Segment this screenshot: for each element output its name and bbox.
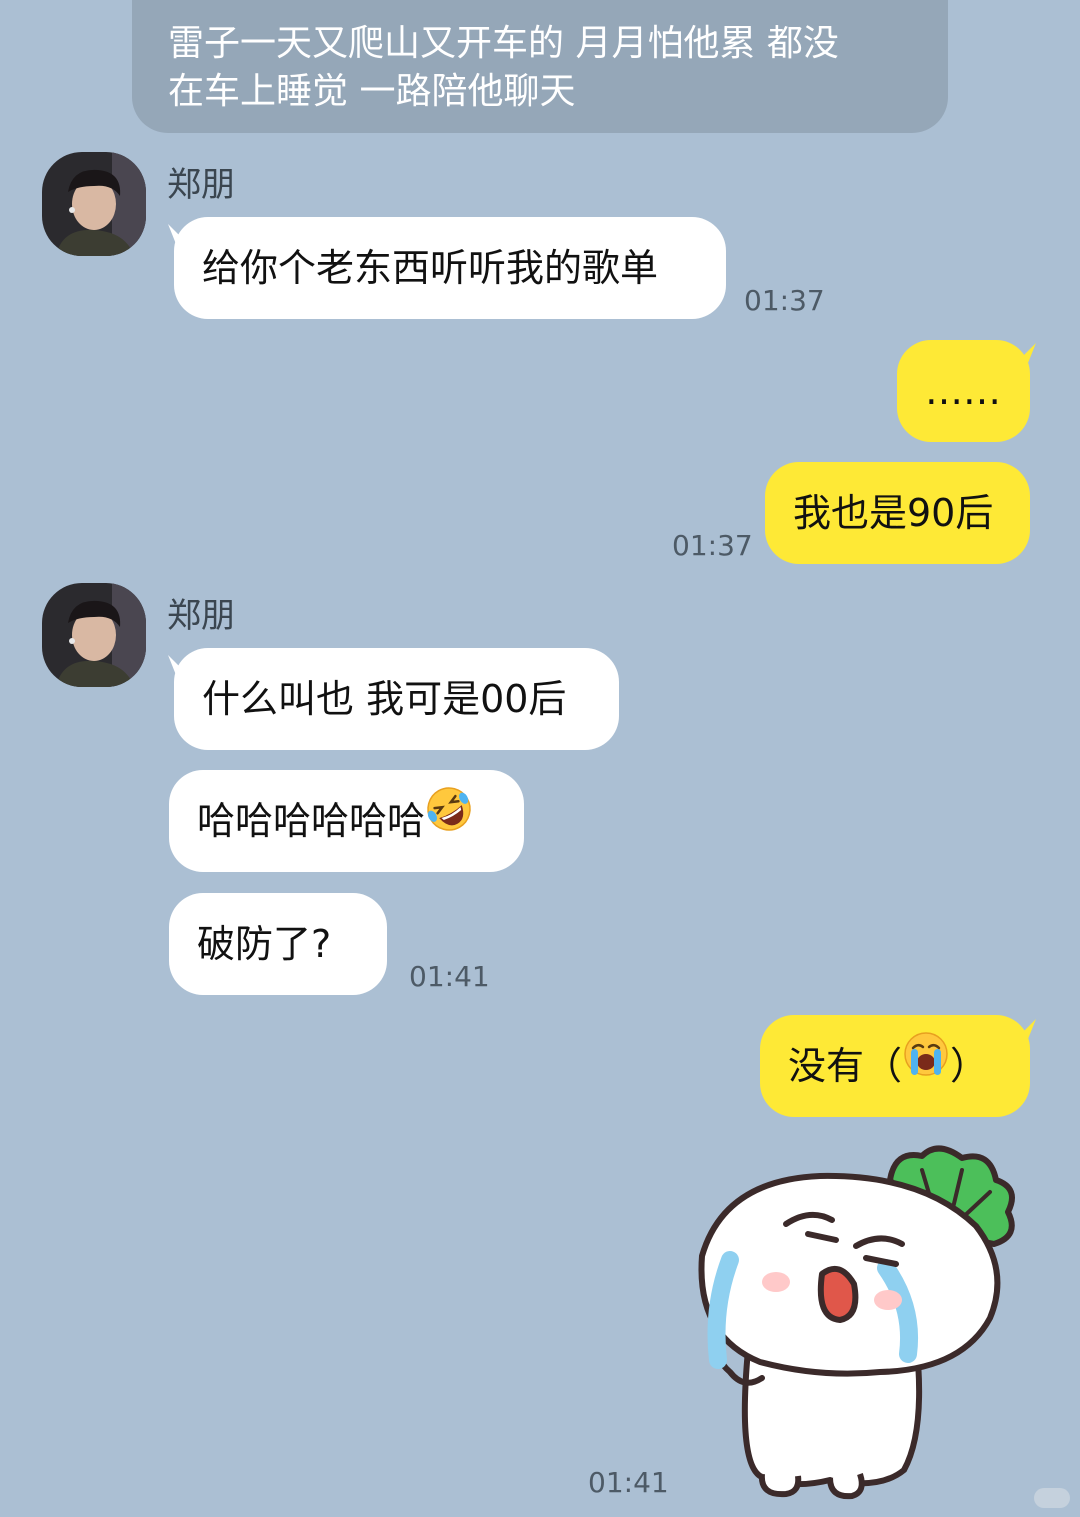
message-text: 什么叫也 我可是00后 xyxy=(202,677,567,721)
caption-line-1: 雷子一天又爬山又开车的 月月怕他累 都没 xyxy=(168,23,839,64)
outgoing-message-bubble[interactable]: 没有（ ） xyxy=(760,1015,1030,1117)
message-text: 给你个老东西听听我的歌单 xyxy=(202,246,659,290)
avatar-photo-icon xyxy=(42,152,146,256)
incoming-message-bubble[interactable]: 给你个老东西听听我的歌单 xyxy=(174,217,726,319)
message-text: 我也是90后 xyxy=(793,491,994,535)
watermark-logo xyxy=(1034,1488,1070,1508)
contact-avatar[interactable] xyxy=(42,583,146,687)
laughing-emoji-icon xyxy=(425,769,473,871)
story-caption: 雷子一天又爬山又开车的 月月怕他累 都没 在车上睡觉 一路陪他聊天 xyxy=(132,0,948,133)
contact-avatar[interactable] xyxy=(42,152,146,256)
crying-radish-sticker[interactable] xyxy=(690,1140,1025,1502)
message-text: …… xyxy=(925,369,1001,413)
outgoing-message-bubble[interactable]: …… xyxy=(897,340,1030,442)
incoming-message-bubble[interactable]: 哈哈哈哈哈哈 xyxy=(169,770,524,872)
crying-radish-sticker-icon xyxy=(698,1145,1015,1500)
message-timestamp: 01:41 xyxy=(588,1466,669,1499)
incoming-message-bubble[interactable]: 什么叫也 我可是00后 xyxy=(174,648,619,750)
sender-name: 郑朋 xyxy=(167,596,235,636)
message-text: 哈哈哈哈哈哈 xyxy=(197,799,426,843)
message-timestamp: 01:37 xyxy=(672,529,753,562)
caption-line-2: 在车上睡觉 一路陪他聊天 xyxy=(168,71,576,112)
message-timestamp: 01:37 xyxy=(744,284,825,317)
outgoing-message-bubble[interactable]: 我也是90后 xyxy=(765,462,1030,564)
message-text-end: ） xyxy=(950,1044,989,1088)
incoming-message-bubble[interactable]: 破防了? xyxy=(169,893,387,995)
message-text: 没有（ xyxy=(788,1044,903,1088)
message-text: 破防了? xyxy=(197,922,332,966)
avatar-photo-icon xyxy=(42,583,146,687)
sender-name: 郑朋 xyxy=(167,165,235,205)
crying-emoji-icon xyxy=(902,1014,950,1116)
message-timestamp: 01:41 xyxy=(409,960,490,993)
